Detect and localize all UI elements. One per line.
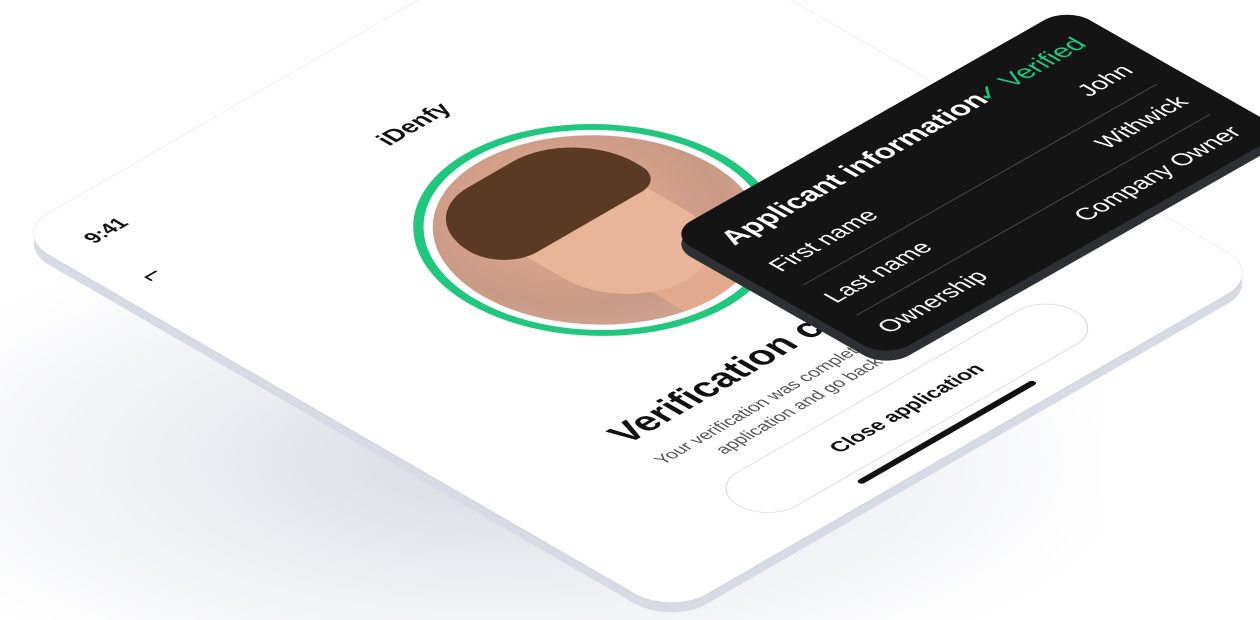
row-value: John <box>1070 60 1140 100</box>
stage: 9:41 ⌐ iDenfy Verification completed You… <box>0 0 1260 620</box>
status-time: 9:41 <box>77 214 134 247</box>
